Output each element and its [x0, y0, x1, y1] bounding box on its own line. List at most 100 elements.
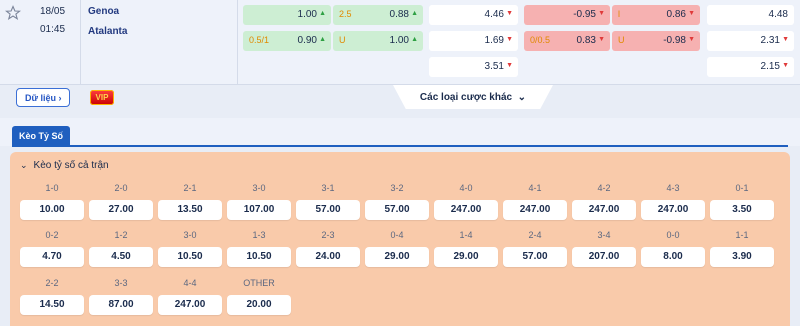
score-odds-button[interactable]: 247.00: [434, 200, 498, 220]
odds-cell-hdp-home[interactable]: 1.00 ▲: [243, 5, 331, 25]
more-bets-button[interactable]: Các loại cược khác ⌄: [393, 85, 553, 109]
score-label: 1-0: [45, 183, 59, 193]
score-odds-button[interactable]: 10.00: [20, 200, 84, 220]
odds-value: 1.69: [484, 35, 504, 46]
odds-cell-h1-1x2-home[interactable]: 4.48: [707, 5, 794, 25]
tab-correct-score[interactable]: Kèo Tỷ Số: [12, 126, 70, 146]
score-label: 3-0: [183, 230, 197, 240]
divider: [237, 0, 238, 84]
odds-cell-1x2-home[interactable]: 4.46 ▼: [429, 5, 518, 25]
score-label: 2-4: [528, 230, 542, 240]
score-odds-button[interactable]: 57.00: [365, 200, 429, 220]
score-label: 3-4: [597, 230, 611, 240]
arrow-up-icon: ▲: [411, 36, 418, 43]
arrow-up-icon: ▲: [319, 36, 326, 43]
odds-cell-h1-1x2-draw[interactable]: 2.15 ▼: [707, 57, 794, 77]
score-odds-button[interactable]: 10.50: [227, 247, 291, 267]
odds-value: -0.95: [573, 9, 596, 20]
score-label: 4-1: [528, 183, 542, 193]
away-team[interactable]: Atalanta: [88, 26, 127, 37]
odds-cell-h1-hdp-away[interactable]: 0/0.5 0.83 ▼: [524, 31, 610, 51]
score-odds-button[interactable]: 29.00: [434, 247, 498, 267]
score-label: 3-1: [321, 183, 335, 193]
star-icon[interactable]: [5, 5, 21, 21]
score-odds-button[interactable]: 13.50: [158, 200, 222, 220]
score-label: 4-0: [459, 183, 473, 193]
score-odds-button[interactable]: 247.00: [641, 200, 705, 220]
score-odds-button[interactable]: 247.00: [572, 200, 636, 220]
score-odds-button[interactable]: 87.00: [89, 295, 153, 315]
score-odds-button[interactable]: 247.00: [158, 295, 222, 315]
data-button-label: Dữ liệu: [25, 93, 57, 103]
odds-value: 1.00: [297, 9, 317, 20]
odds-value: 2.15: [760, 61, 780, 72]
score-label: 2-0: [114, 183, 128, 193]
tab-underline: [12, 145, 788, 147]
match-date: 18/05: [40, 6, 66, 17]
score-label: 2-2: [45, 278, 59, 288]
odds-cell-hdp-away[interactable]: 0.5/1 0.90 ▲: [243, 31, 331, 51]
ou-line-label: l: [618, 9, 620, 19]
odds-cell-h1-1x2-away[interactable]: 2.31 ▼: [707, 31, 794, 51]
odds-cell-ou-over[interactable]: 2.5 0.88 ▲: [333, 5, 423, 25]
arrow-down-icon: ▼: [782, 36, 789, 43]
ou-line-label: U: [339, 35, 346, 45]
score-odds-button[interactable]: 4.50: [89, 247, 153, 267]
odds-value: 4.48: [768, 9, 788, 20]
arrow-down-icon: ▼: [688, 10, 695, 17]
odds-value: 0.86: [666, 9, 686, 20]
score-label: 4-4: [183, 278, 197, 288]
score-label: 1-1: [735, 230, 749, 240]
ou-line-label: 2.5: [339, 9, 352, 19]
score-odds-button[interactable]: 207.00: [572, 247, 636, 267]
score-odds-button[interactable]: 14.50: [20, 295, 84, 315]
score-label: 4-2: [597, 183, 611, 193]
score-odds-button[interactable]: 20.00: [227, 295, 291, 315]
ou-line-label: U: [618, 35, 625, 45]
arrow-down-icon: ▼: [782, 62, 789, 69]
odds-value: 0.83: [576, 35, 596, 46]
score-odds-button[interactable]: 247.00: [503, 200, 567, 220]
odds-value: 0.88: [389, 9, 409, 20]
score-odds-button[interactable]: 4.70: [20, 247, 84, 267]
odds-cell-h1-hdp-home[interactable]: -0.95 ▼: [524, 5, 610, 25]
vip-badge[interactable]: VIP: [90, 90, 114, 105]
score-odds-button[interactable]: 107.00: [227, 200, 291, 220]
score-label: 4-3: [666, 183, 680, 193]
score-odds-button[interactable]: 24.00: [296, 247, 360, 267]
panel-header[interactable]: ⌄ Kèo tỷ số cả trận: [20, 160, 109, 171]
score-label: 3-0: [252, 183, 266, 193]
odds-value: 2.31: [760, 35, 780, 46]
score-odds-button[interactable]: 3.90: [710, 247, 774, 267]
match-time: 01:45: [40, 24, 66, 35]
score-odds-button[interactable]: 57.00: [503, 247, 567, 267]
score-label: 0-1: [735, 183, 749, 193]
score-odds-button[interactable]: 8.00: [641, 247, 705, 267]
score-odds-button[interactable]: 57.00: [296, 200, 360, 220]
score-label: 1-2: [114, 230, 128, 240]
arrow-down-icon: ▼: [506, 36, 513, 43]
arrow-down-icon: ▼: [598, 36, 605, 43]
arrow-down-icon: ▼: [506, 10, 513, 17]
score-label: 3-2: [390, 183, 404, 193]
arrow-down-icon: ▼: [598, 10, 605, 17]
score-label: 1-3: [252, 230, 266, 240]
odds-cell-1x2-away[interactable]: 1.69 ▼: [429, 31, 518, 51]
home-team[interactable]: Genoa: [88, 6, 119, 17]
score-odds-button[interactable]: 27.00: [89, 200, 153, 220]
arrow-down-icon: ▼: [506, 62, 513, 69]
odds-cell-1x2-draw[interactable]: 3.51 ▼: [429, 57, 518, 77]
score-odds-button[interactable]: 10.50: [158, 247, 222, 267]
divider: [0, 84, 800, 85]
panel-title: Kèo tỷ số cả trận: [33, 160, 109, 171]
hdp-line-label: 0/0.5: [530, 35, 551, 45]
data-button[interactable]: Dữ liệu ›: [16, 88, 70, 107]
arrow-up-icon: ▲: [411, 10, 418, 17]
score-odds-button[interactable]: 29.00: [365, 247, 429, 267]
score-odds-button[interactable]: 3.50: [710, 200, 774, 220]
divider: [80, 0, 81, 84]
odds-cell-h1-ou-over[interactable]: l 0.86 ▼: [612, 5, 700, 25]
odds-cell-ou-under[interactable]: U 1.00 ▲: [333, 31, 423, 51]
odds-cell-h1-ou-under[interactable]: U -0.98 ▼: [612, 31, 700, 51]
odds-value: -0.98: [663, 35, 686, 46]
